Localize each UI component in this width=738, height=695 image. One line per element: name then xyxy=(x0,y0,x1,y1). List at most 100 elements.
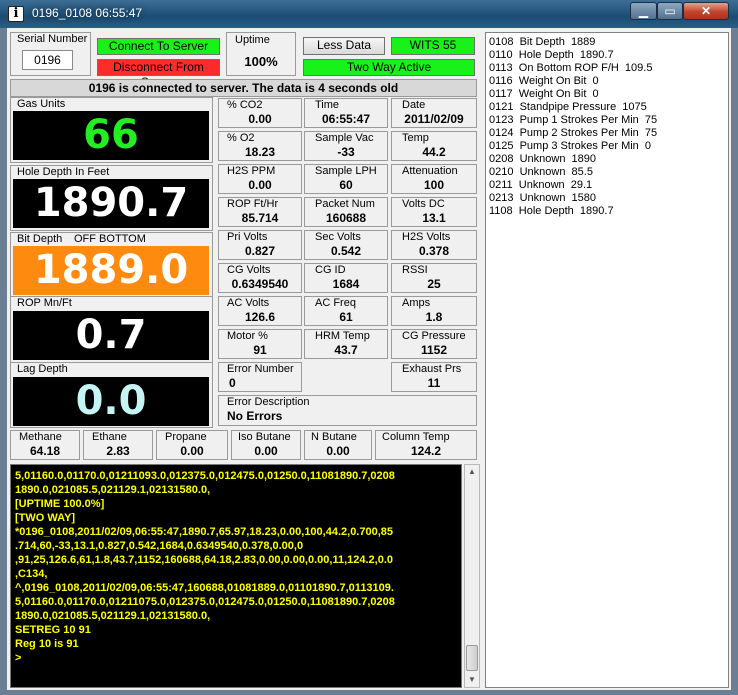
packet-num-label: Packet Num xyxy=(315,198,375,210)
list-item[interactable]: 0113 On Bottom ROP F/H 109.5 xyxy=(489,62,728,75)
cg-volts-value: 0.6349540 xyxy=(231,277,289,291)
list-item[interactable]: 0123 Pump 1 Strokes Per Min 75 xyxy=(489,114,728,127)
list-item[interactable]: 0108 Bit Depth 1889 xyxy=(489,36,728,49)
iso-butane-label: Iso Butane xyxy=(238,431,291,443)
disconnect-button[interactable]: Disconnect From Server xyxy=(97,59,220,89)
column-temp-cell: Column Temp 124.2 xyxy=(375,430,477,460)
list-item[interactable]: 0121 Standpipe Pressure 1075 xyxy=(489,101,728,114)
bit-depth-value: 1889.0 xyxy=(13,246,209,295)
title-bar: i 0196_0108 06:55:47 ▁ ▭ ✕ xyxy=(0,0,738,28)
date-cell: Date 2011/02/09 xyxy=(391,98,477,128)
hole-depth-value: 1890.7 xyxy=(13,179,209,228)
pri-volts-cell: Pri Volts 0.827 xyxy=(218,230,302,260)
amps-value: 1.8 xyxy=(425,310,443,324)
minimize-button[interactable]: ▁ xyxy=(630,2,657,20)
temp-cell: Temp 44.2 xyxy=(391,131,477,161)
maximize-button[interactable]: ▭ xyxy=(657,2,683,20)
sample-lph-cell: Sample LPH 60 xyxy=(304,164,388,194)
connect-button[interactable]: Connect To Server xyxy=(97,38,220,55)
co2-label: % CO2 xyxy=(227,99,263,111)
lag-depth-label: Lag Depth xyxy=(17,363,68,375)
list-item[interactable]: 0110 Hole Depth 1890.7 xyxy=(489,49,728,62)
lag-depth-value: 0.0 xyxy=(13,377,209,426)
list-item[interactable]: 0208 Unknown 1890 xyxy=(489,153,728,166)
close-button[interactable]: ✕ xyxy=(683,2,729,20)
cg-pressure-label: CG Pressure xyxy=(402,330,466,342)
list-item[interactable]: 0211 Unknown 29.1 xyxy=(489,179,728,192)
scroll-thumb[interactable] xyxy=(466,645,478,671)
console-line: 5,01160.0,01170.0,01211075.0,012375.0,01… xyxy=(15,596,395,608)
main-window: Serial Number 0196 Connect To Server Dis… xyxy=(7,28,731,690)
co2-value: 0.00 xyxy=(248,112,272,126)
rssi-cell: RSSI 25 xyxy=(391,263,477,293)
list-item[interactable]: 0210 Unknown 85.5 xyxy=(489,166,728,179)
rop-ft-hr-cell: ROP Ft/Hr 85.714 xyxy=(218,197,302,227)
propane-value: 0.00 xyxy=(180,444,204,458)
bit-depth-label: Bit Depth xyxy=(17,233,63,245)
h2s-ppm-cell: H2S PPM 0.00 xyxy=(218,164,302,194)
list-item[interactable]: 1108 Hole Depth 1890.7 xyxy=(489,205,728,218)
exhaust-prs-label: Exhaust Prs xyxy=(402,363,462,375)
uptime-group: Uptime 100% xyxy=(226,32,296,76)
error-number-value: 0 xyxy=(229,376,236,390)
ac-freq-value: 61 xyxy=(339,310,353,324)
list-item[interactable]: 0116 Weight On Bit 0 xyxy=(489,75,728,88)
error-number-cell: Error Number 0 xyxy=(218,362,302,392)
attenuation-cell: Attenuation 100 xyxy=(391,164,477,194)
list-item[interactable]: 0117 Weight On Bit 0 xyxy=(489,88,728,101)
serial-input[interactable]: 0196 xyxy=(22,50,73,70)
sample-lph-label: Sample LPH xyxy=(315,165,377,177)
ethane-value: 2.83 xyxy=(106,444,130,458)
o2-cell: % O2 18.23 xyxy=(218,131,302,161)
ac-freq-label: AC Freq xyxy=(315,297,356,309)
time-value: 06:55:47 xyxy=(321,112,371,126)
rop-value: 0.7 xyxy=(13,311,209,360)
console-line: 1890.0,021085.5,021129.1,02131580.0, xyxy=(15,610,211,622)
scroll-down-icon[interactable]: ▼ xyxy=(466,673,478,687)
n-butane-cell: N Butane 0.00 xyxy=(304,430,372,460)
n-butane-value: 0.00 xyxy=(326,444,350,458)
console-scrollbar[interactable]: ▲ ▼ xyxy=(464,464,480,688)
serial-label: Serial Number xyxy=(17,33,88,45)
console-line: [UPTIME 100.0%] xyxy=(15,498,105,510)
propane-label: Propane xyxy=(165,431,207,443)
list-item[interactable]: 0125 Pump 3 Strokes Per Min 0 xyxy=(489,140,728,153)
list-item[interactable]: 0213 Unknown 1580 xyxy=(489,192,728,205)
gas-units-value: 66 xyxy=(13,111,209,160)
amps-label: Amps xyxy=(402,297,431,309)
volts-dc-label: Volts DC xyxy=(402,198,445,210)
packet-num-cell: Packet Num 160688 xyxy=(304,197,388,227)
wits-list[interactable]: 0108 Bit Depth 1889 0110 Hole Depth 1890… xyxy=(485,32,729,688)
attenuation-label: Attenuation xyxy=(402,165,458,177)
error-description-value: No Errors xyxy=(227,409,283,423)
list-item[interactable]: 0124 Pump 2 Strokes Per Min 75 xyxy=(489,127,728,140)
scroll-up-icon[interactable]: ▲ xyxy=(466,465,478,479)
n-butane-label: N Butane xyxy=(311,431,357,443)
ac-volts-value: 126.6 xyxy=(244,310,276,324)
motor-cell: Motor % 91 xyxy=(218,329,302,359)
pri-volts-value: 0.827 xyxy=(244,244,276,258)
uptime-value: 100% xyxy=(244,54,278,69)
sec-volts-cell: Sec Volts 0.542 xyxy=(304,230,388,260)
time-cell: Time 06:55:47 xyxy=(304,98,388,128)
motor-label: Motor % xyxy=(227,330,268,342)
wits-button[interactable]: WITS 55 xyxy=(391,37,475,55)
bit-depth-status: OFF BOTTOM xyxy=(74,233,146,245)
close-icon: ✕ xyxy=(700,4,712,18)
console-output[interactable]: 5,01160.0,01170.0,01211093.0,012375.0,01… xyxy=(10,464,462,688)
lag-depth-panel: Lag Depth 0.0 xyxy=(10,362,213,428)
date-label: Date xyxy=(402,99,426,111)
date-value: 2011/02/09 xyxy=(404,112,464,126)
info-icon[interactable]: i xyxy=(8,6,24,22)
time-label: Time xyxy=(315,99,340,111)
console-line: .714,60,-33,13.1,0.827,0.542,1684,0.6349… xyxy=(15,540,304,552)
gas-units-label: Gas Units xyxy=(17,98,66,110)
two-way-button[interactable]: Two Way Active xyxy=(303,59,475,76)
console-line: *0196_0108,2011/02/09,06:55:47,1890.7,65… xyxy=(15,526,394,538)
rop-ft-hr-value: 85.714 xyxy=(241,211,279,225)
less-data-button[interactable]: Less Data xyxy=(303,37,385,55)
volts-dc-cell: Volts DC 13.1 xyxy=(391,197,477,227)
minimize-icon: ▁ xyxy=(638,4,649,18)
hole-depth-label: Hole Depth In Feet xyxy=(17,166,110,178)
column-temp-value: 124.2 xyxy=(410,444,442,458)
